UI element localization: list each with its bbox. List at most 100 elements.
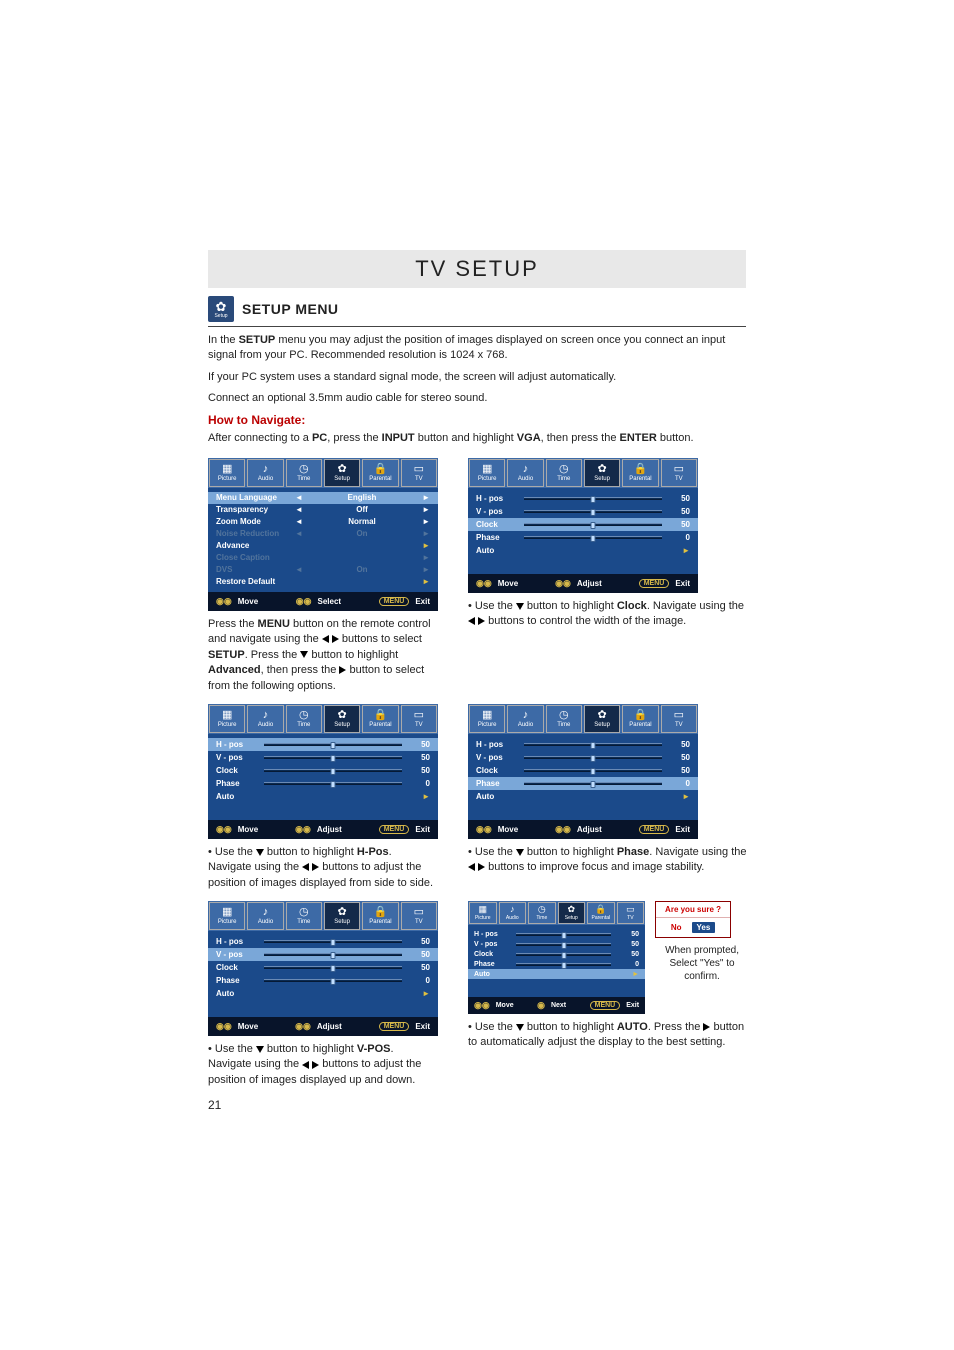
slider-hpos[interactable]: H - pos50 bbox=[208, 935, 438, 948]
tab-parental[interactable]: 🔒Parental bbox=[622, 459, 658, 487]
slider-phase[interactable]: Phase0 bbox=[208, 974, 438, 987]
slider-auto[interactable]: Auto► bbox=[468, 544, 698, 557]
down-arrow-icon bbox=[516, 849, 524, 856]
slider-vpos[interactable]: V - pos50 bbox=[208, 751, 438, 764]
tab-tv[interactable]: ▭TV bbox=[661, 459, 697, 487]
slider-vpos[interactable]: V - pos50 bbox=[468, 505, 698, 518]
osd-hpos: ▦Picture ♪Audio ◷Time ✿Setup 🔒Parental ▭… bbox=[208, 704, 438, 839]
slider-phase[interactable]: Phase0 bbox=[468, 959, 645, 969]
menu-zoom-mode[interactable]: Zoom Mode◄Normal► bbox=[208, 516, 438, 528]
right-arrow-icon bbox=[332, 635, 339, 643]
caption-menu: Press the MENU button on the remote cont… bbox=[208, 617, 438, 694]
slider-hpos[interactable]: H - pos50 bbox=[208, 738, 438, 751]
tab-picture[interactable]: ▦Picture bbox=[469, 459, 505, 487]
dpad-icon: ◉◉ bbox=[476, 824, 492, 835]
gear-icon: ✿ Setup bbox=[208, 296, 234, 322]
down-arrow-icon bbox=[516, 603, 524, 610]
menu-restore-default[interactable]: Restore Default► bbox=[208, 576, 438, 588]
tab-audio[interactable]: ♪Audio bbox=[507, 459, 543, 487]
slider-hpos[interactable]: H - pos50 bbox=[468, 492, 698, 505]
slider-clock[interactable]: Clock50 bbox=[468, 949, 645, 959]
tab-picture[interactable]: ▦Picture bbox=[469, 902, 497, 924]
tab-time[interactable]: ◷Time bbox=[546, 705, 582, 733]
tab-audio[interactable]: ♪Audio bbox=[247, 459, 283, 487]
down-arrow-icon bbox=[256, 849, 264, 856]
tab-audio[interactable]: ♪Audio bbox=[507, 705, 543, 733]
tab-parental[interactable]: 🔒Parental bbox=[622, 705, 658, 733]
tab-setup[interactable]: ✿Setup bbox=[584, 705, 620, 733]
intro-paragraph-2: If your PC system uses a standard signal… bbox=[208, 370, 746, 385]
right-arrow-icon bbox=[478, 617, 485, 625]
osd-clock: ▦Picture ♪Audio ◷Time ✿Setup 🔒Parental ▭… bbox=[468, 458, 698, 593]
tab-tv[interactable]: ▭TV bbox=[401, 902, 437, 930]
tab-time[interactable]: ◷Time bbox=[286, 902, 322, 930]
slider-hpos[interactable]: H - pos50 bbox=[468, 929, 645, 939]
section-header: ✿ Setup SETUP MENU bbox=[208, 292, 746, 327]
tab-parental[interactable]: 🔒Parental bbox=[362, 459, 398, 487]
slider-clock[interactable]: Clock50 bbox=[208, 961, 438, 974]
tab-audio[interactable]: ♪Audio bbox=[247, 705, 283, 733]
menu-pill: MENU bbox=[639, 825, 670, 834]
osd-tab-row: ▦Picture ♪Audio ◷Time ✿Setup 🔒Parental ▭… bbox=[208, 458, 438, 488]
dpad-icon: ◉◉ bbox=[216, 1021, 232, 1032]
tab-setup[interactable]: ✿Setup bbox=[324, 902, 360, 930]
tab-setup[interactable]: ✿Setup bbox=[584, 459, 620, 487]
slider-auto[interactable]: Auto► bbox=[468, 790, 698, 803]
right-arrow-icon bbox=[478, 863, 485, 871]
slider-clock[interactable]: Clock50 bbox=[468, 764, 698, 777]
slider-clock[interactable]: Clock50 bbox=[208, 764, 438, 777]
slider-phase[interactable]: Phase0 bbox=[208, 777, 438, 790]
how-to-navigate-heading: How to Navigate: bbox=[208, 413, 746, 427]
tab-time[interactable]: ◷Time bbox=[286, 459, 322, 487]
slider-hpos[interactable]: H - pos50 bbox=[468, 738, 698, 751]
tab-time[interactable]: ◷Time bbox=[528, 902, 556, 924]
tab-tv[interactable]: ▭TV bbox=[401, 459, 437, 487]
tab-time[interactable]: ◷Time bbox=[286, 705, 322, 733]
dpad-icon: ◉◉ bbox=[216, 824, 232, 835]
tab-setup[interactable]: ✿Setup bbox=[324, 705, 360, 733]
menu-language[interactable]: Menu Language◄English► bbox=[208, 492, 438, 504]
confirm-yes[interactable]: Yes bbox=[692, 922, 716, 933]
menu-advance[interactable]: Advance► bbox=[208, 540, 438, 552]
tab-setup[interactable]: ✿Setup bbox=[324, 459, 360, 487]
tab-audio[interactable]: ♪Audio bbox=[499, 902, 527, 924]
tab-picture[interactable]: ▦Picture bbox=[209, 459, 245, 487]
menu-transparency[interactable]: Transparency◄Off► bbox=[208, 504, 438, 516]
confirm-title: Are you sure ? bbox=[656, 902, 730, 918]
tab-setup[interactable]: ✿Setup bbox=[558, 902, 586, 924]
caption-hpos: • Use the button to highlight H-Pos. Nav… bbox=[208, 845, 438, 891]
slider-vpos[interactable]: V - pos50 bbox=[468, 751, 698, 764]
tab-tv[interactable]: ▭TV bbox=[401, 705, 437, 733]
slider-clock[interactable]: Clock50 bbox=[468, 518, 698, 531]
slider-phase[interactable]: Phase0 bbox=[468, 531, 698, 544]
confirm-no[interactable]: No bbox=[671, 923, 682, 932]
dpad-icon: ◉◉ bbox=[295, 824, 311, 835]
dpad-icon: ◉◉ bbox=[216, 596, 232, 607]
tab-picture[interactable]: ▦Picture bbox=[469, 705, 505, 733]
slider-auto[interactable]: Auto► bbox=[208, 790, 438, 803]
intro-paragraph-3: Connect an optional 3.5mm audio cable fo… bbox=[208, 391, 746, 406]
tab-tv[interactable]: ▭TV bbox=[661, 705, 697, 733]
slider-vpos[interactable]: V - pos50 bbox=[468, 939, 645, 949]
osd-setup-menu: ▦Picture ♪Audio ◷Time ✿Setup 🔒Parental ▭… bbox=[208, 458, 438, 611]
tab-picture[interactable]: ▦Picture bbox=[209, 902, 245, 930]
caption-vpos: • Use the button to highlight V-POS. Nav… bbox=[208, 1042, 438, 1088]
dpad-icon: ◉◉ bbox=[296, 596, 312, 607]
left-arrow-icon bbox=[322, 635, 329, 643]
tab-audio[interactable]: ♪Audio bbox=[247, 902, 283, 930]
dpad-icondpad-icon: ◉◉ bbox=[295, 1021, 311, 1032]
tab-parental[interactable]: 🔒Parental bbox=[362, 902, 398, 930]
slider-phase[interactable]: Phase0 bbox=[468, 777, 698, 790]
slider-vpos[interactable]: V - pos50 bbox=[208, 948, 438, 961]
tab-picture[interactable]: ▦Picture bbox=[209, 705, 245, 733]
dpad-icon: ◉ bbox=[537, 1000, 545, 1011]
tab-time[interactable]: ◷Time bbox=[546, 459, 582, 487]
intro-paragraph-1: In the SETUP menu you may adjust the pos… bbox=[208, 333, 746, 364]
down-arrow-icon bbox=[516, 1024, 524, 1031]
tab-parental[interactable]: 🔒Parental bbox=[362, 705, 398, 733]
tab-parental[interactable]: 🔒Parental bbox=[587, 902, 615, 924]
slider-auto[interactable]: Auto► bbox=[208, 987, 438, 1000]
slider-auto[interactable]: Auto► bbox=[468, 969, 645, 979]
confirm-dialog: Are you sure ? No Yes bbox=[655, 901, 731, 938]
tab-tv[interactable]: ▭TV bbox=[617, 902, 645, 924]
